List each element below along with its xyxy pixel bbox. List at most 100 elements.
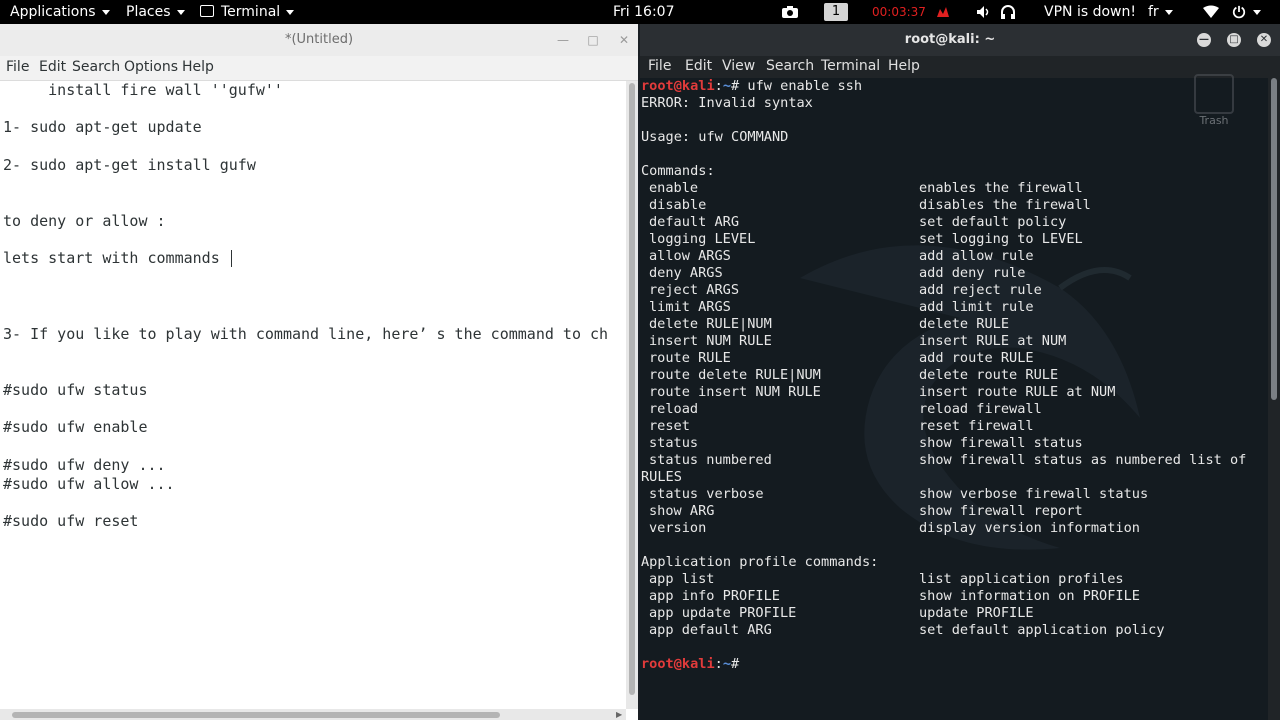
command-name: delete RULE|NUM: [649, 316, 772, 332]
command-name: app list: [649, 571, 715, 587]
horizontal-scrollbar[interactable]: ▶: [0, 709, 626, 720]
command-name: app info PROFILE: [649, 588, 780, 604]
command-name: enable: [649, 180, 699, 196]
menu-search[interactable]: Search: [72, 56, 120, 78]
terminal-line-prompt: root@kali:~#: [641, 656, 748, 672]
keyboard-layout-menu[interactable]: fr: [1148, 0, 1173, 24]
command-description: add route RULE: [919, 350, 1034, 366]
gedit-titlebar[interactable]: *(Untitled) — □ ✕: [0, 24, 638, 56]
command-description: show firewall status: [919, 435, 1083, 451]
editor-line: 3- If you like to play with command line…: [3, 325, 609, 343]
terminal-menubar: File Edit View Search Terminal Help: [640, 56, 1280, 78]
top-panel: Applications Places Terminal Fri 16:07 1…: [0, 0, 1280, 24]
command-name: show ARG: [649, 503, 715, 519]
editor-line: #sudo ufw enable: [3, 418, 148, 436]
command-name: reject ARGS: [649, 282, 740, 298]
text-cursor: [230, 250, 232, 267]
command-description: insert RULE at NUM: [919, 333, 1067, 349]
editor-line: install fire wall ''gufw'': [3, 81, 283, 99]
command-name: app update PROFILE: [649, 605, 797, 621]
menu-view[interactable]: View: [722, 56, 755, 77]
command-description: show information on PROFILE: [919, 588, 1140, 604]
command-name: default ARG: [649, 214, 740, 230]
terminal-line: Application profile commands:: [641, 554, 879, 570]
command-description: insert route RULE at NUM: [919, 384, 1116, 400]
places-menu[interactable]: Places: [126, 0, 185, 24]
terminal-output[interactable]: root@kali:~# ufw enable ssh ERROR: Inval…: [640, 78, 1268, 720]
vpn-status[interactable]: VPN is down!: [1044, 0, 1136, 24]
close-icon[interactable]: ✕: [617, 33, 631, 47]
command-description: add deny rule: [919, 265, 1026, 281]
scrollbar-thumb[interactable]: [12, 712, 500, 718]
scrollbar-thumb[interactable]: [629, 83, 635, 695]
scrollbar-thumb[interactable]: [1271, 78, 1277, 400]
command-name: deny ARGS: [649, 265, 723, 281]
record-icon[interactable]: [935, 0, 951, 24]
command-description: reload firewall: [919, 401, 1042, 417]
chevron-down-icon: [176, 9, 185, 15]
desktop-trash[interactable]: Trash: [1192, 74, 1236, 134]
command-description: delete route RULE: [919, 367, 1059, 383]
close-icon[interactable]: ✕: [1257, 33, 1271, 47]
command-description: add limit rule: [919, 299, 1034, 315]
menu-terminal[interactable]: Terminal: [821, 56, 880, 77]
editor-line: #sudo ufw deny ...: [3, 456, 166, 474]
editor-line: #sudo ufw status: [3, 381, 148, 399]
menu-file[interactable]: File: [6, 56, 29, 78]
headphones-icon[interactable]: [1000, 0, 1016, 24]
terminal-line: ERROR: Invalid syntax: [641, 95, 813, 111]
minimize-icon[interactable]: —: [1197, 33, 1211, 47]
trash-label: Trash: [1199, 114, 1229, 127]
maximize-icon[interactable]: □: [586, 33, 600, 47]
menu-help[interactable]: Help: [888, 56, 920, 77]
command-name: allow ARGS: [649, 248, 731, 264]
minimize-icon[interactable]: —: [556, 33, 570, 47]
clock[interactable]: Fri 16:07: [613, 0, 674, 24]
maximize-icon[interactable]: □: [1227, 33, 1241, 47]
wifi-icon[interactable]: [1203, 0, 1219, 24]
command-name: route RULE: [649, 350, 731, 366]
command-name: route insert NUM RULE: [649, 384, 821, 400]
command-description: disables the firewall: [919, 197, 1091, 213]
window-title: root@kali: ~: [904, 32, 996, 47]
command-name: route delete RULE|NUM: [649, 367, 821, 383]
menu-edit[interactable]: Edit: [39, 56, 66, 78]
terminal-icon: [200, 5, 214, 17]
menu-help[interactable]: Help: [182, 56, 214, 78]
command-name: app default ARG: [649, 622, 772, 638]
camera-icon[interactable]: [781, 0, 799, 24]
editor-line: #sudo ufw reset: [3, 512, 139, 530]
power-menu[interactable]: [1231, 0, 1261, 24]
command-description: display version information: [919, 520, 1140, 536]
command-description: show firewall report: [919, 503, 1083, 519]
menu-edit[interactable]: Edit: [685, 56, 712, 77]
terminal-titlebar[interactable]: root@kali: ~ — □ ✕: [640, 24, 1280, 56]
command-name: reload: [649, 401, 699, 417]
text-editor-area[interactable]: install fire wall ''gufw'' 1- sudo apt-g…: [0, 81, 626, 709]
arrow-right-icon[interactable]: ▶: [616, 710, 622, 719]
editor-line: #sudo ufw allow ...: [3, 475, 175, 493]
vertical-scrollbar[interactable]: [1268, 78, 1280, 720]
vertical-scrollbar[interactable]: [626, 81, 638, 709]
chevron-down-icon: [286, 9, 295, 15]
menu-options[interactable]: Options: [124, 56, 178, 78]
command-name: reset: [649, 418, 690, 434]
menu-file[interactable]: File: [648, 56, 671, 77]
applications-menu[interactable]: Applications: [10, 0, 110, 24]
editor-line: to deny or allow :: [3, 212, 166, 230]
command-name: limit ARGS: [649, 299, 731, 315]
editor-line: 1- sudo apt-get update: [3, 118, 202, 136]
command-name: status verbose: [649, 486, 764, 502]
menu-search[interactable]: Search: [766, 56, 814, 77]
chevron-down-icon: [101, 9, 110, 15]
terminal-line: RULES: [641, 469, 682, 485]
window-title: *(Untitled): [284, 32, 354, 47]
workspace-indicator[interactable]: 1: [824, 3, 848, 21]
command-name: status: [649, 435, 699, 451]
editor-line-current: lets start with commands: [3, 249, 232, 267]
terminal-line: Commands:: [641, 163, 715, 179]
terminal-app-menu[interactable]: Terminal: [200, 0, 295, 24]
command-name: insert NUM RULE: [649, 333, 772, 349]
command-description: show firewall status as numbered list of: [919, 452, 1247, 468]
volume-icon[interactable]: [976, 0, 992, 24]
